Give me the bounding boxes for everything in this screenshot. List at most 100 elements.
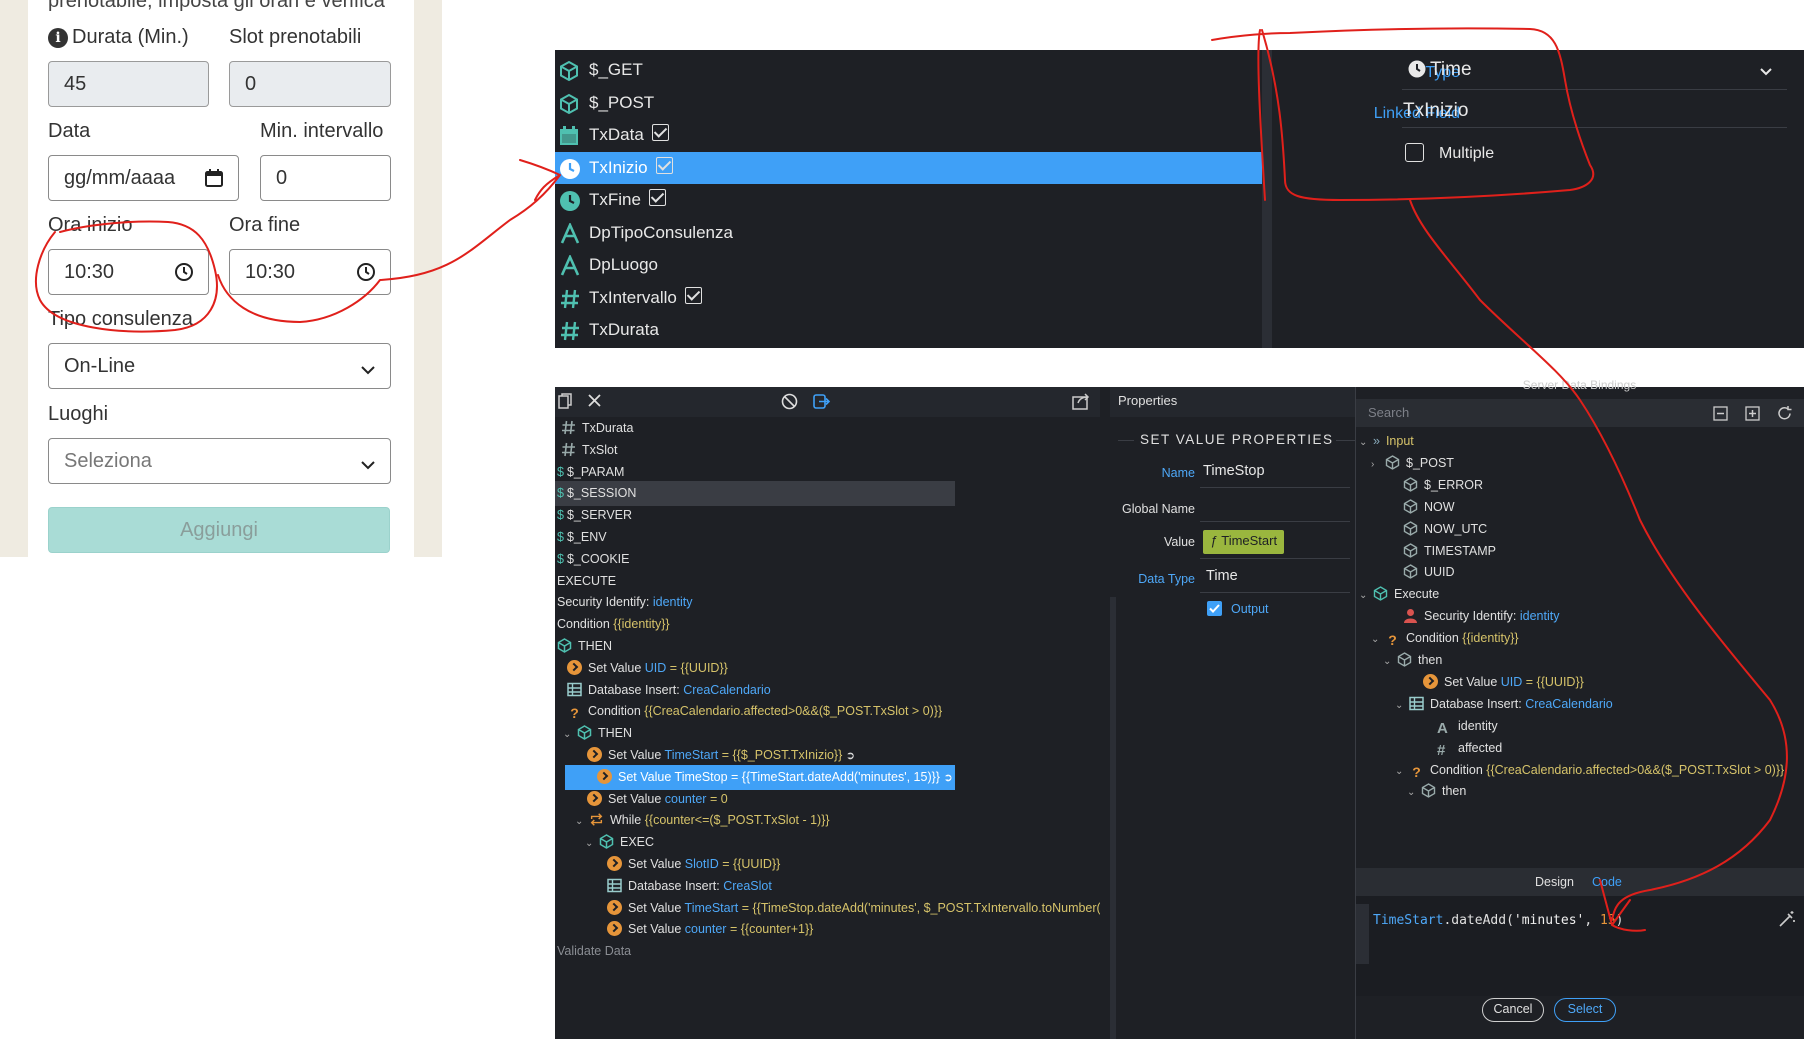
cube-icon [1403,498,1418,514]
cube-icon [599,834,614,850]
type-value[interactable]: Time [1430,59,1472,81]
tree-item-txinizio[interactable]: TxInizio [555,151,1262,184]
tipo-consulenza-label: Tipo consulenza [48,308,193,330]
multiple-checkbox[interactable] [1405,143,1424,162]
add-button[interactable]: Aggiungi [48,507,390,553]
code-object: TimeStart [1373,913,1444,928]
action-step-row[interactable]: Validate Data [555,939,1100,964]
user-shield-icon [1404,609,1417,624]
step-prefix: Set Value [628,922,685,937]
set-value-icon [607,921,622,937]
code-separator: , [1584,913,1601,928]
expand-all-icon[interactable] [1745,406,1760,426]
tree-item-txintervallo[interactable]: TxIntervallo [555,282,1262,314]
function-icon: ƒ [1210,533,1218,548]
copy-icon[interactable] [558,393,572,414]
magic-wand-icon[interactable] [1778,910,1796,933]
tree-item-txdata[interactable]: TxData [555,119,1262,151]
ora-fine-input[interactable]: 10:30 [229,249,391,295]
loop-icon [590,813,603,827]
tree-item-dpluogo[interactable]: DpLuogo [555,249,1262,281]
durata-label-text: Durata (Min.) [72,26,189,48]
divider [1200,487,1350,488]
refresh-icon[interactable] [1776,405,1793,427]
share-icon[interactable] [1072,393,1092,415]
step-name: {{counter<=($_POST.TxSlot - 1)}} [644,813,830,828]
disable-icon[interactable] [781,393,798,415]
ora-inizio-label: Ora inizio [48,214,133,236]
panel-scrollbar[interactable] [1110,597,1116,1039]
tree-item-txdurata[interactable]: TxDurata [555,314,1262,346]
tipo-consulenza-select[interactable]: On-Line [48,343,391,389]
info-icon[interactable]: i [48,28,68,48]
linked-field-value[interactable]: TxInizio [1403,100,1468,122]
luoghi-select[interactable]: Seleziona [48,438,391,484]
tree-item-dptipoconsulenza[interactable]: DpTipoConsulenza [555,217,1262,249]
chevron-down-icon[interactable]: ⌄ [1359,583,1373,608]
checkbox-icon[interactable] [648,189,666,206]
close-icon[interactable] [588,394,601,412]
condition-icon: ? [570,705,579,722]
cube-icon [577,725,592,741]
cube-icon [1403,476,1418,492]
search-input[interactable]: Search [1368,405,1409,420]
collapse-all-icon[interactable] [1713,406,1728,426]
binding-row[interactable]: ⌄ then [1407,779,1466,804]
date-input[interactable]: gg/mm/aaaa [48,155,239,201]
code-editor[interactable]: TimeStart.dateAdd('minutes', 15) [1355,896,1804,996]
durata-input[interactable]: 45 [48,61,209,107]
set-value-icon [597,768,612,784]
checkbox-icon[interactable] [684,286,702,304]
step-name: $_COOKIE [566,551,630,566]
form-panel: prenotabile, imposta gli orari e verific… [0,0,442,557]
binding-name: CreaCalendario [1525,696,1613,711]
action-steps-tree: TxDurata TxSlot $ $_PARAM $ $_SESSION $ $_SERVE… [555,417,1100,1039]
binding-prefix: Security Identify: [1424,609,1520,624]
condition-icon: ? [1412,763,1421,780]
tree-item-get[interactable]: $_GET [555,54,1262,86]
server-action-editor: TxDurata TxSlot $ $_PARAM $ $_SESSION $ $_SERVE… [555,378,1804,1039]
panel-splitter[interactable] [1262,50,1272,348]
cube-icon [557,638,572,653]
chevron-down-icon[interactable]: ⌄ [1383,649,1397,674]
ora-fine-value: 10:30 [245,261,296,283]
calendar-icon[interactable] [204,168,224,194]
divider [1355,387,1356,1039]
output-checkbox[interactable] [1207,601,1222,616]
tree-item-label: DpLuogo [589,255,659,274]
output-icon[interactable] [813,394,831,414]
tree-item-label: $_POST [589,92,655,112]
clock-icon[interactable] [356,262,376,288]
tree-item-txfine[interactable]: TxFine [555,184,1262,216]
cancel-button[interactable]: Cancel [1482,998,1544,1022]
chevron-down-icon[interactable] [1759,64,1773,82]
binding-prefix: Condition [1406,631,1463,646]
chevron-down-icon[interactable]: ⌄ [1407,780,1421,805]
step-name: TimeStart [684,900,739,915]
code-line[interactable]: TimeStart.dateAdd('minutes', 15) [1373,913,1624,928]
hash-icon [559,320,581,342]
step-prefix: Security Identify: [557,595,653,610]
step-name: $_SERVER [566,508,633,523]
hash-icon [562,420,575,435]
name-value[interactable]: TimeStop [1203,463,1265,479]
slot-input[interactable]: 0 [229,61,391,107]
value-chip[interactable]: ƒ TimeStart [1203,530,1285,554]
select-button[interactable]: Select [1554,998,1616,1022]
checkbox-icon[interactable] [651,124,669,141]
data-type-value[interactable]: Time [1206,568,1238,584]
checkbox-icon[interactable] [655,156,673,174]
step-name: identity [652,595,693,610]
chevron-right-icon[interactable]: › [1371,452,1385,477]
ora-inizio-input[interactable]: 10:30 [48,249,209,295]
clock-icon[interactable] [174,262,194,288]
step-name: TimeStop [674,769,728,784]
tree-item-label: DpTipoConsulenza [589,222,733,242]
tab-design[interactable]: Design [1535,875,1574,889]
step-prefix: Condition [557,617,614,632]
tree-item-post[interactable]: $_POST [555,87,1262,119]
min-intervallo-input[interactable]: 0 [260,155,391,201]
step-expression: = {{TimeStart.dateAdd('minutes', 15)}} [727,769,940,784]
chevron-down-icon[interactable]: ⌄ [1395,693,1409,718]
tab-code[interactable]: Code [1592,875,1622,889]
